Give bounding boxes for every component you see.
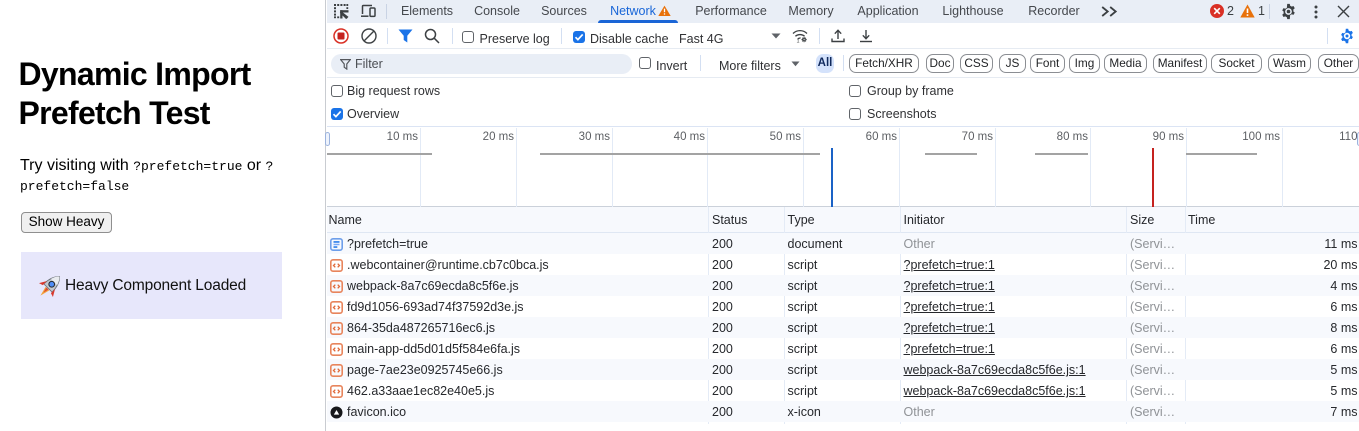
- svg-text:1: 1: [797, 39, 800, 44]
